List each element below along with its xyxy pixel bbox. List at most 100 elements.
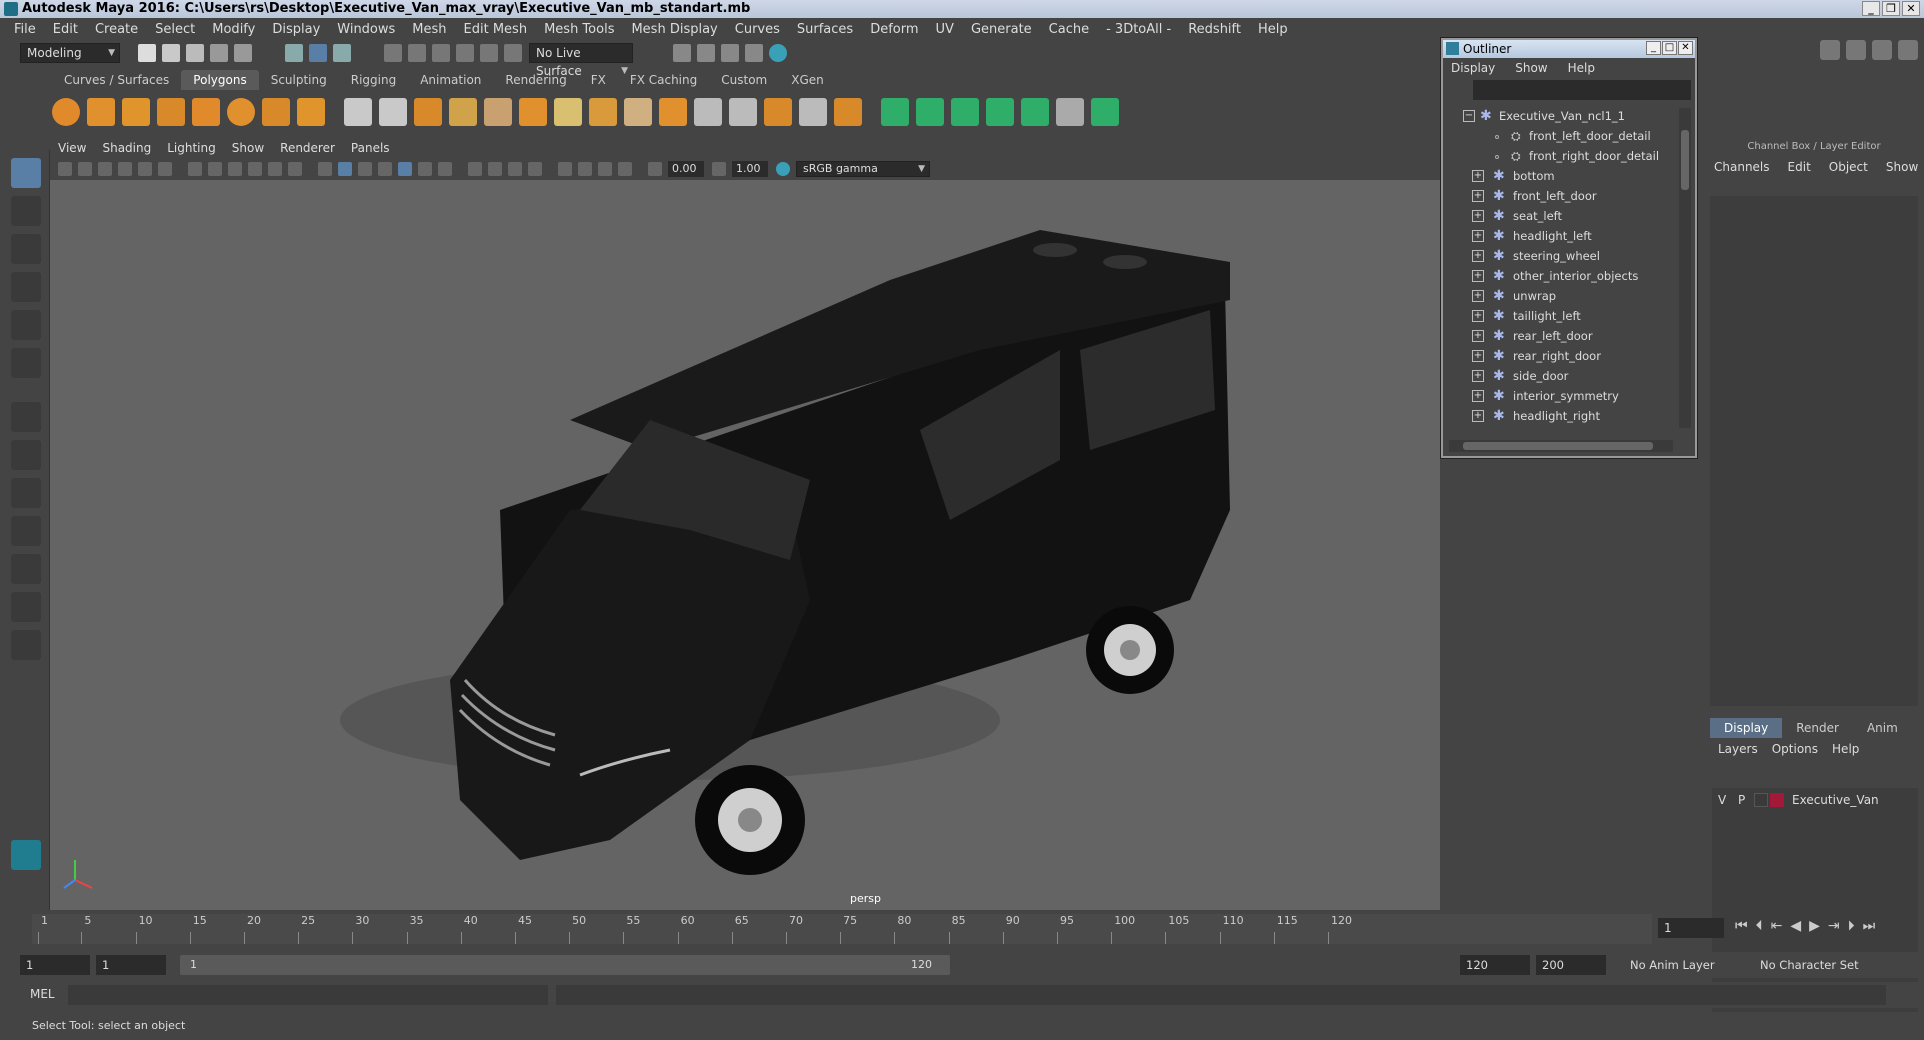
viewport-menu-lighting[interactable]: Lighting — [167, 141, 216, 155]
step-back-icon[interactable]: ⏴ — [1756, 918, 1763, 934]
command-language-label[interactable]: MEL — [30, 987, 55, 1001]
new-scene-icon[interactable] — [138, 44, 156, 62]
persp-outliner-layout-icon[interactable] — [10, 478, 41, 508]
merge-icon[interactable] — [764, 98, 792, 126]
use-all-lights-icon[interactable] — [418, 162, 432, 176]
expand-icon[interactable]: + — [1472, 390, 1484, 402]
snap-grid-icon[interactable] — [384, 44, 402, 62]
uv-planar-icon[interactable] — [881, 98, 909, 126]
menu-edit[interactable]: Edit — [53, 22, 78, 37]
grid-icon[interactable] — [188, 162, 202, 176]
wireframe-on-shaded-icon[interactable] — [398, 162, 412, 176]
collapse-icon[interactable] — [834, 98, 862, 126]
uv-cylindrical-icon[interactable] — [916, 98, 944, 126]
rotate-tool-icon[interactable] — [10, 310, 41, 340]
render-settings-icon[interactable] — [745, 44, 763, 62]
open-scene-icon[interactable] — [162, 44, 180, 62]
layer-menu-layers[interactable]: Layers — [1718, 742, 1758, 756]
shelf-tab-curves-surfaces[interactable]: Curves / Surfaces — [52, 70, 181, 90]
exposure-field[interactable]: 0.00 — [668, 161, 704, 177]
hypershade-icon[interactable] — [769, 44, 787, 62]
gamma-field[interactable]: 1.00 — [732, 161, 768, 177]
render-view-icon[interactable] — [673, 44, 691, 62]
character-set-dropdown[interactable]: No Character Set — [1754, 955, 1874, 975]
append-polygon-icon[interactable] — [589, 98, 617, 126]
persp-hypershade-layout-icon[interactable] — [10, 554, 41, 584]
outliner-search-field[interactable] — [1473, 80, 1691, 100]
expand-icon[interactable]: + — [1472, 310, 1484, 322]
uv-unfold-icon[interactable] — [1021, 98, 1049, 126]
channel-box-area[interactable] — [1710, 196, 1918, 706]
snap-point-icon[interactable] — [432, 44, 450, 62]
outliner-item-interior-symmetry[interactable]: + ✱ interior_symmetry — [1443, 386, 1679, 406]
ambient-occlusion-icon[interactable] — [468, 162, 482, 176]
playback-start-field[interactable]: 1 — [96, 955, 166, 975]
play-backward-icon[interactable]: ◀ — [1790, 918, 1801, 934]
shelf-tab-polygons[interactable]: Polygons — [181, 70, 259, 90]
menu-mesh[interactable]: Mesh — [412, 22, 446, 37]
poly-cone-icon[interactable] — [157, 98, 185, 126]
expand-icon[interactable]: + — [1472, 190, 1484, 202]
shelf-tab-animation[interactable]: Animation — [408, 70, 493, 90]
resolution-gate-icon[interactable] — [228, 162, 242, 176]
expand-icon[interactable]: + — [1472, 370, 1484, 382]
expand-icon[interactable]: + — [1472, 350, 1484, 362]
bookmark-icon[interactable] — [98, 162, 112, 176]
combine-icon[interactable] — [344, 98, 372, 126]
layer-visibility-toggle[interactable]: V — [1718, 790, 1726, 810]
magnet-icon[interactable] — [504, 44, 522, 62]
uv-editor-icon[interactable] — [1056, 98, 1084, 126]
redo-icon[interactable] — [234, 44, 252, 62]
menu-select[interactable]: Select — [155, 22, 195, 37]
outliner-item-side-door[interactable]: + ✱ side_door — [1443, 366, 1679, 386]
insert-edge-loop-icon[interactable] — [729, 98, 757, 126]
menu-3dtoall[interactable]: - 3DtoAll - — [1106, 22, 1171, 37]
uv-spherical-icon[interactable] — [951, 98, 979, 126]
four-view-layout-icon[interactable] — [10, 440, 41, 470]
menu-generate[interactable]: Generate — [971, 22, 1032, 37]
outliner-item-bottom[interactable]: + ✱ bottom — [1443, 166, 1679, 186]
layer-menu-help[interactable]: Help — [1832, 742, 1859, 756]
channel-menu-edit[interactable]: Edit — [1788, 160, 1811, 174]
single-perspective-layout-icon[interactable] — [10, 402, 41, 432]
image-plane-icon[interactable] — [118, 162, 132, 176]
expand-icon[interactable]: + — [1472, 330, 1484, 342]
uv-auto-icon[interactable] — [986, 98, 1014, 126]
persp-node-layout-icon[interactable] — [10, 592, 41, 622]
channel-box-toggle-icon[interactable] — [1898, 40, 1918, 60]
exposure-icon[interactable] — [648, 162, 662, 176]
menu-mesh-tools[interactable]: Mesh Tools — [544, 22, 614, 37]
outliner-close-button[interactable]: ✕ — [1678, 41, 1693, 55]
viewport-menu-renderer[interactable]: Renderer — [280, 141, 335, 155]
select-object-icon[interactable] — [309, 44, 327, 62]
restore-button[interactable]: ❐ — [1882, 1, 1900, 16]
target-weld-icon[interactable] — [799, 98, 827, 126]
outliner-item-front-right-door-detail[interactable]: ⛭ front_right_door_detail — [1443, 146, 1679, 166]
menu-mesh-display[interactable]: Mesh Display — [631, 22, 717, 37]
field-chart-icon[interactable] — [268, 162, 282, 176]
view-transform-dropdown[interactable]: sRGB gamma — [796, 161, 930, 177]
motion-blur-icon[interactable] — [488, 162, 502, 176]
range-slider[interactable]: 1 120 — [180, 955, 950, 975]
menu-surfaces[interactable]: Surfaces — [797, 22, 853, 37]
extrude-icon[interactable] — [484, 98, 512, 126]
go-to-start-icon[interactable]: ⏮ — [1735, 918, 1748, 934]
layer-display-type-toggle[interactable] — [1754, 793, 1768, 807]
menu-curves[interactable]: Curves — [735, 22, 780, 37]
smooth-shade-icon[interactable] — [338, 162, 352, 176]
menu-help[interactable]: Help — [1258, 22, 1288, 37]
collapse-icon[interactable]: − — [1463, 110, 1475, 122]
select-tool-icon[interactable] — [10, 158, 41, 188]
snap-curve-icon[interactable] — [408, 44, 426, 62]
viewport-menu-panels[interactable]: Panels — [351, 141, 390, 155]
minimize-button[interactable]: _ — [1862, 1, 1880, 16]
time-ruler[interactable]: 1 5 10 15 20 25 30 35 40 45 50 55 60 65 70 75 80 85 90 95 10… — [32, 914, 1652, 944]
playback-end-field[interactable]: 120 — [1460, 955, 1530, 975]
tool-settings-icon[interactable] — [1872, 40, 1892, 60]
modeling-toolkit-icon[interactable] — [1820, 40, 1840, 60]
isolate-select-icon[interactable] — [558, 162, 572, 176]
smooth-icon[interactable] — [414, 98, 442, 126]
shelf-tab-fx[interactable]: FX — [579, 70, 618, 90]
step-back-key-icon[interactable]: ⇤ — [1771, 918, 1783, 934]
fill-hole-icon[interactable] — [624, 98, 652, 126]
